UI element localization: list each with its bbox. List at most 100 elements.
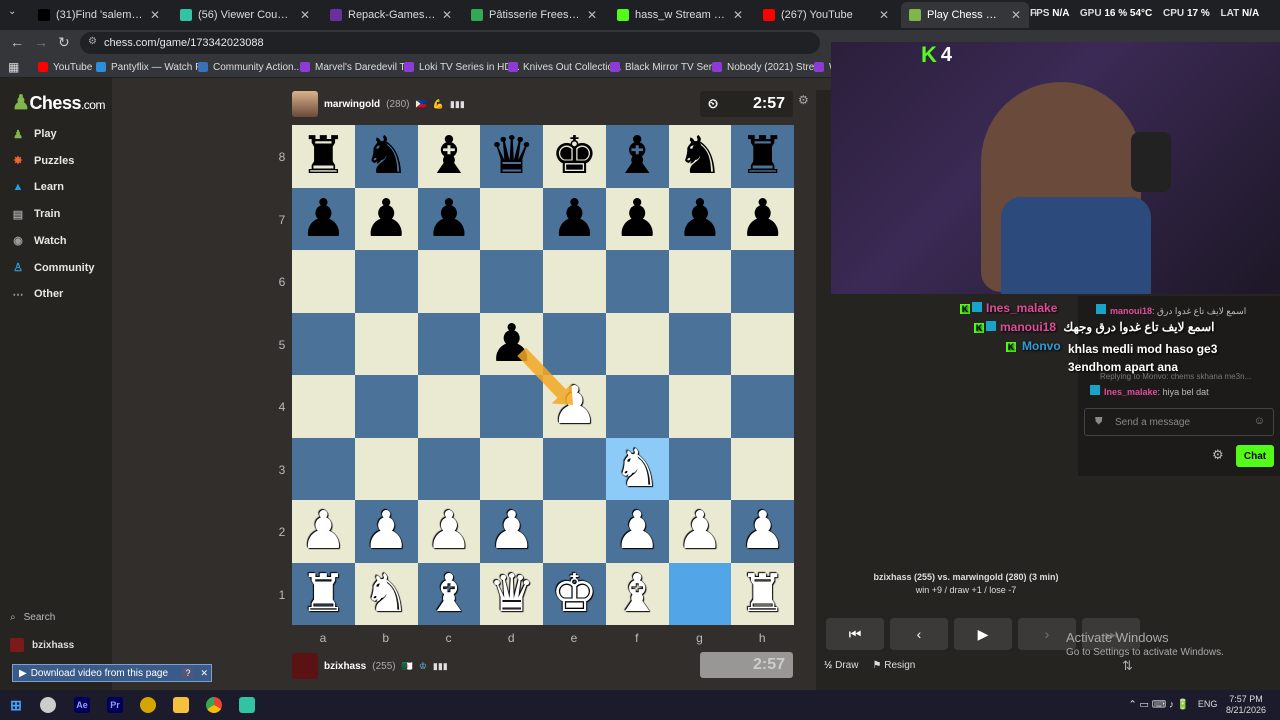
- square-d6[interactable]: [480, 250, 543, 313]
- square-d2[interactable]: ♟: [480, 500, 543, 563]
- square-d4[interactable]: [480, 375, 543, 438]
- square-b2[interactable]: ♟: [354, 500, 418, 563]
- white-bishop-piece[interactable]: ♝: [614, 568, 661, 620]
- bookmark-item[interactable]: Loki TV Series in HD...: [404, 59, 520, 75]
- previous-move-button[interactable]: ‹: [890, 618, 948, 650]
- square-d5[interactable]: ♟: [480, 312, 543, 375]
- square-g4[interactable]: [668, 375, 732, 438]
- bottom-player-name[interactable]: bzixhass: [324, 661, 366, 672]
- square-h6[interactable]: [731, 250, 794, 313]
- bookmark-item[interactable]: Marvel's Daredevil T...: [300, 59, 413, 75]
- square-c2[interactable]: ♟: [417, 500, 481, 563]
- square-f6[interactable]: [605, 250, 669, 313]
- resign-button[interactable]: ⚑ Resign: [872, 660, 915, 671]
- white-knight-piece[interactable]: ♞: [363, 568, 410, 620]
- white-rook-piece[interactable]: ♜: [739, 568, 786, 620]
- browser-tab[interactable]: (56) Viewer Count / Streamlabs ✕: [172, 2, 318, 28]
- streamlabs-icon[interactable]: [239, 697, 255, 713]
- white-pawn-piece[interactable]: ♟: [677, 505, 724, 557]
- square-d7[interactable]: [480, 187, 543, 250]
- after-effects-icon[interactable]: Ae: [74, 697, 90, 713]
- bottom-player-avatar[interactable]: [292, 653, 318, 679]
- square-b4[interactable]: [354, 375, 418, 438]
- square-g3[interactable]: [668, 437, 732, 500]
- bookmark-item[interactable]: Nobody (2021) Stre...: [712, 59, 823, 75]
- sidebar-item-puzzles[interactable]: ✸ Puzzles: [10, 151, 74, 171]
- square-b3[interactable]: [354, 437, 418, 500]
- close-tab-icon[interactable]: ✕: [300, 8, 310, 22]
- forward-icon[interactable]: →: [34, 34, 48, 50]
- square-h5[interactable]: [731, 312, 794, 375]
- square-c4[interactable]: [417, 375, 481, 438]
- square-e2[interactable]: [543, 500, 606, 563]
- square-g8[interactable]: ♞: [668, 125, 732, 188]
- square-b1[interactable]: ♞: [354, 562, 418, 625]
- white-pawn-piece[interactable]: ♟: [739, 505, 786, 557]
- close-tab-icon[interactable]: ✕: [733, 8, 743, 22]
- bookmark-item[interactable]: Community Action...: [198, 59, 302, 75]
- black-bishop-piece[interactable]: ♝: [426, 130, 473, 182]
- browser-tab[interactable]: Repack-Games - Free Download ✕: [322, 2, 460, 28]
- black-rook-piece[interactable]: ♜: [739, 130, 786, 182]
- address-bar[interactable]: ⚙ chess.com/game/173342023088: [80, 32, 820, 54]
- tab-search-icon[interactable]: ⌄: [8, 6, 16, 17]
- sidebar-item-community[interactable]: ♙ Community: [10, 258, 94, 278]
- white-pawn-piece[interactable]: ♟: [300, 505, 347, 557]
- app-icon[interactable]: [140, 697, 156, 713]
- close-tab-icon[interactable]: ✕: [879, 8, 889, 22]
- chat-message-input[interactable]: ⛊ Send a message ☺: [1084, 408, 1274, 436]
- download-video-bar[interactable]: ▶ Download video from this page ? ✕: [12, 664, 212, 682]
- square-h3[interactable]: [731, 437, 794, 500]
- square-e7[interactable]: ♟: [543, 187, 606, 250]
- sidebar-search[interactable]: ⌕ Search: [10, 612, 55, 623]
- square-e8[interactable]: ♚: [543, 125, 606, 188]
- square-f7[interactable]: ♟: [605, 187, 669, 250]
- square-g7[interactable]: ♟: [668, 187, 732, 250]
- black-pawn-piece[interactable]: ♟: [363, 193, 410, 245]
- close-tab-icon[interactable]: ✕: [587, 8, 597, 22]
- square-e3[interactable]: [543, 437, 606, 500]
- black-pawn-piece[interactable]: ♟: [739, 193, 786, 245]
- white-pawn-piece[interactable]: ♟: [488, 505, 535, 557]
- next-move-button[interactable]: ▶: [954, 618, 1012, 650]
- square-b8[interactable]: ♞: [354, 125, 418, 188]
- square-f4[interactable]: [605, 375, 669, 438]
- browser-tab[interactable]: Play Chess Online for Free ✕: [901, 2, 1029, 28]
- board-settings-gear-icon[interactable]: ⚙: [798, 93, 809, 107]
- close-tab-icon[interactable]: ✕: [1011, 8, 1021, 22]
- white-knight-piece[interactable]: ♞: [614, 443, 661, 495]
- browser-tab[interactable]: Pâtisserie Freesia - Google Maps ✕: [463, 2, 605, 28]
- square-f2[interactable]: ♟: [605, 500, 669, 563]
- square-h1[interactable]: ♜: [731, 562, 794, 625]
- language-indicator[interactable]: ENG: [1198, 699, 1218, 709]
- square-d8[interactable]: ♛: [480, 125, 543, 188]
- square-g1[interactable]: [668, 562, 732, 625]
- white-pawn-piece[interactable]: ♟: [426, 505, 473, 557]
- square-a4[interactable]: [292, 375, 355, 438]
- square-a8[interactable]: ♜: [292, 125, 355, 188]
- flip-board-icon[interactable]: ⇅: [1122, 658, 1133, 674]
- sidebar-user[interactable]: bzixhass: [10, 638, 74, 652]
- square-a1[interactable]: ♜: [292, 562, 355, 625]
- square-b5[interactable]: [354, 312, 418, 375]
- clock-date[interactable]: 8/21/2026: [1226, 705, 1266, 716]
- sidebar-item-other[interactable]: ⋯ Other: [10, 284, 64, 304]
- square-f1[interactable]: ♝: [605, 562, 669, 625]
- square-c3[interactable]: [417, 437, 481, 500]
- sidebar-item-watch[interactable]: ◉ Watch: [10, 231, 66, 251]
- white-queen-piece[interactable]: ♛: [488, 568, 535, 620]
- emoji-icon[interactable]: ☺: [1254, 415, 1265, 427]
- chess-logo[interactable]: ♟Chess.com: [12, 90, 105, 115]
- browser-tab[interactable]: (267) YouTube ✕: [755, 2, 897, 28]
- black-knight-piece[interactable]: ♞: [677, 130, 724, 182]
- close-tab-icon[interactable]: ✕: [442, 8, 452, 22]
- white-pawn-piece[interactable]: ♟: [363, 505, 410, 557]
- square-g5[interactable]: [668, 312, 732, 375]
- apps-grid-icon[interactable]: ▦: [8, 59, 19, 75]
- black-pawn-piece[interactable]: ♟: [488, 318, 535, 370]
- search-taskbar-icon[interactable]: [40, 697, 56, 713]
- square-h2[interactable]: ♟: [731, 500, 794, 563]
- bookmark-item[interactable]: Knives Out Collectio...: [508, 59, 621, 75]
- premiere-icon[interactable]: Pr: [107, 697, 123, 713]
- square-h8[interactable]: ♜: [731, 125, 794, 188]
